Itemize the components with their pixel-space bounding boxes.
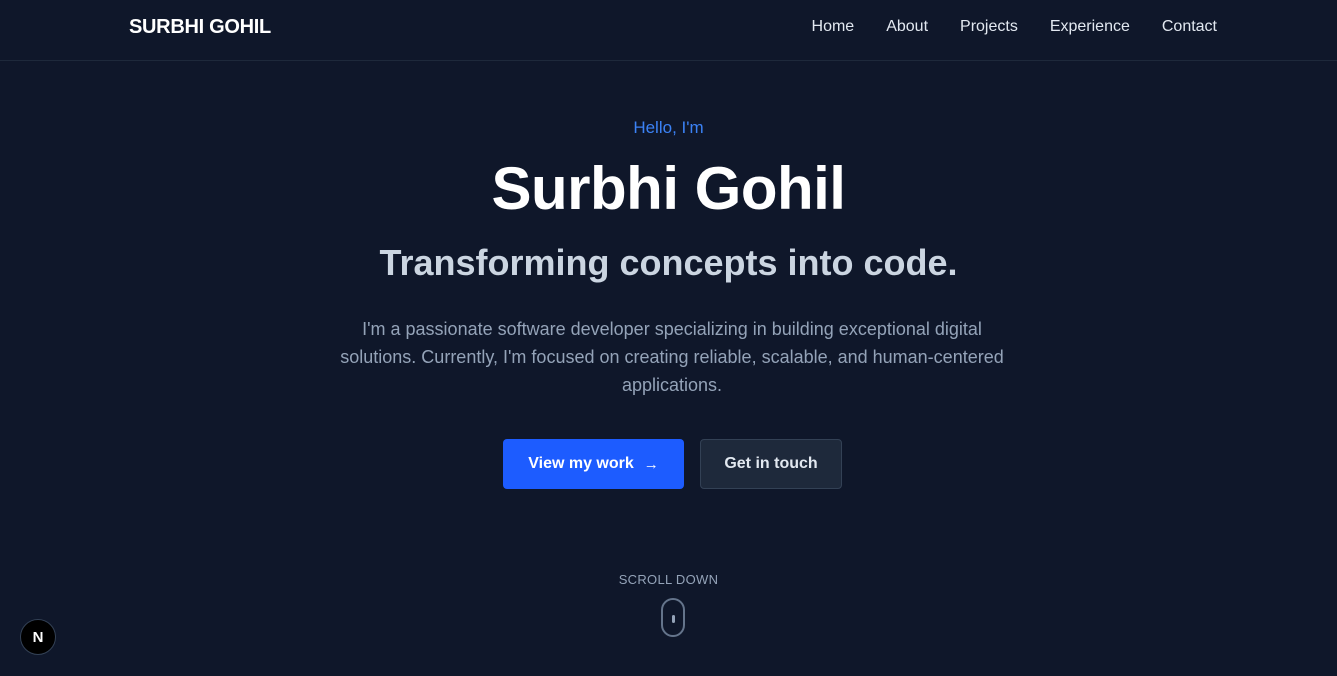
portfolio-page: SURBHI GOHIL Home About Projects Experie… [0, 0, 1337, 676]
mouse-wheel [672, 615, 675, 623]
hero-intro: I'm a passionate software developer spec… [340, 319, 1004, 395]
hero-tagline: Transforming concepts into code. [379, 242, 958, 283]
hero-greeting: Hello, I'm [633, 118, 704, 137]
nav-link-experience[interactable]: Experience [1050, 18, 1130, 36]
nav-links: Home About Projects Experience Contact [812, 18, 1217, 36]
nextjs-logo-icon: N [32, 628, 44, 646]
view-my-work-button[interactable]: View my work → [503, 439, 684, 489]
nav-link-projects[interactable]: Projects [960, 18, 1018, 36]
nav-link-about[interactable]: About [886, 18, 928, 36]
nav-link-contact[interactable]: Contact [1162, 18, 1217, 36]
get-in-touch-button[interactable]: Get in touch [700, 439, 842, 489]
mouse-scroll-icon[interactable] [661, 598, 685, 637]
brand-logo[interactable]: SURBHI GOHIL [129, 16, 271, 39]
arrow-right-icon: → [643, 455, 659, 473]
view-my-work-label: View my work [528, 455, 634, 472]
hero-name: Surbhi Gohil [491, 155, 846, 222]
scroll-down-label: SCROLL DOWN [618, 572, 719, 587]
nav-link-home[interactable]: Home [812, 18, 855, 36]
nextjs-dev-badge[interactable]: N [20, 619, 56, 655]
navbar: SURBHI GOHIL Home About Projects Experie… [0, 0, 1337, 61]
get-in-touch-label: Get in touch [724, 455, 818, 472]
